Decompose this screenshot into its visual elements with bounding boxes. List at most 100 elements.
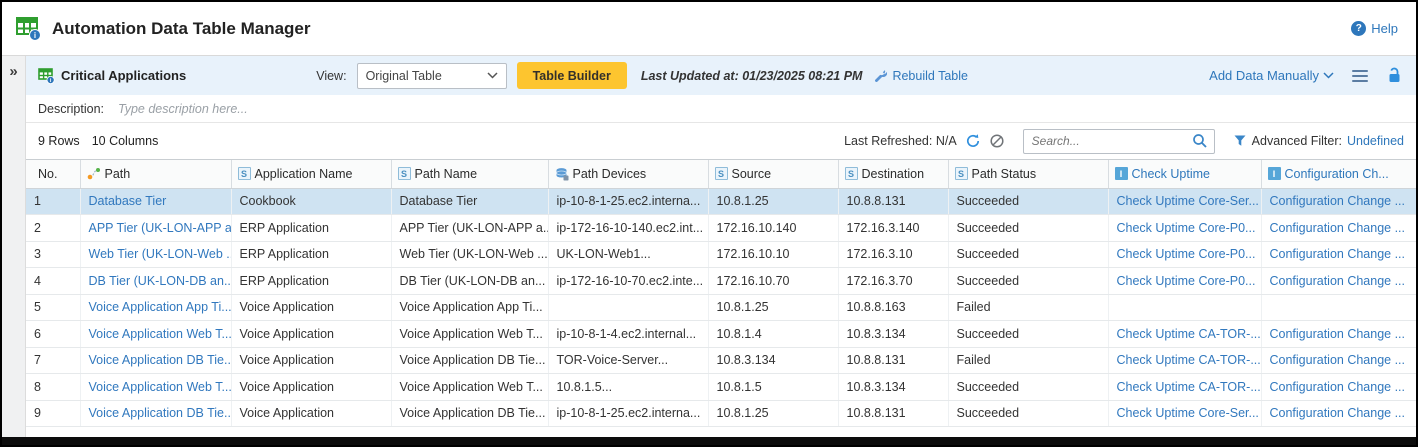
cell-path-name: Voice Application DB Tie... — [391, 347, 548, 374]
cell-path-devices: ip-10-8-1-25.ec2.interna... — [548, 188, 708, 215]
check-uptime-link[interactable]: Check Uptime Core-Ser... — [1117, 406, 1259, 420]
cell-check-uptime: Check Uptime Core-P0... — [1108, 215, 1261, 242]
path-link[interactable]: Voice Application Web T... — [89, 380, 232, 394]
table-title: i Critical Applications — [38, 68, 186, 84]
check-uptime-link[interactable]: Check Uptime CA-TOR-... — [1117, 380, 1261, 394]
configuration-change-link[interactable]: Configuration Change ... — [1270, 353, 1406, 367]
expand-panel-icon[interactable]: » — [9, 64, 17, 439]
check-uptime-link[interactable]: Check Uptime Core-P0... — [1117, 221, 1256, 235]
check-uptime-link[interactable]: Check Uptime CA-TOR-... — [1117, 353, 1261, 367]
cell-check-uptime: Check Uptime Core-P0... — [1108, 241, 1261, 268]
col-header-source[interactable]: SSource — [708, 160, 838, 188]
cell-path: Voice Application DB Tie... — [80, 347, 231, 374]
path-link[interactable]: Voice Application DB Tie... — [89, 406, 232, 420]
wrench-icon — [872, 68, 887, 83]
table-row[interactable]: 6 Voice Application Web T... Voice Appli… — [26, 321, 1418, 348]
configuration-change-link[interactable]: Configuration Change ... — [1270, 406, 1406, 420]
cell-destination: 172.16.3.140 — [838, 215, 948, 242]
table-row[interactable]: 9 Voice Application DB Tie... Voice Appl… — [26, 400, 1418, 427]
column-count: 10 Columns — [92, 134, 159, 148]
path-link[interactable]: DB Tier (UK-LON-DB an... — [89, 274, 232, 288]
table-row[interactable]: 4 DB Tier (UK-LON-DB an... ERP Applicati… — [26, 268, 1418, 295]
chevron-down-icon — [487, 72, 498, 79]
table-row[interactable]: 5 Voice Application App Ti... Voice Appl… — [26, 294, 1418, 321]
cell-path-status: Succeeded — [948, 374, 1108, 401]
sidebar-collapse-strip: » — [2, 56, 26, 439]
configuration-change-link[interactable]: Configuration Change ... — [1270, 221, 1406, 235]
cell-source: 10.8.3.134 — [708, 347, 838, 374]
path-link[interactable]: Voice Application App Ti... — [89, 300, 232, 314]
configuration-change-link[interactable]: Configuration Change ... — [1270, 327, 1406, 341]
col-header-path-status[interactable]: SPath Status — [948, 160, 1108, 188]
cell-check-uptime — [1108, 294, 1261, 321]
row-count: 9 Rows — [38, 134, 80, 148]
view-select-value: Original Table — [366, 69, 442, 83]
cell-configuration-change: Configuration Change ... — [1261, 374, 1418, 401]
cell-path: Web Tier (UK-LON-Web ... — [80, 241, 231, 268]
add-data-manually-menu[interactable]: Add Data Manually — [1209, 68, 1334, 83]
col-header-path-name[interactable]: SPath Name — [391, 160, 548, 188]
cell-destination: 10.8.8.131 — [838, 347, 948, 374]
string-type-icon: S — [845, 167, 858, 180]
col-header-path[interactable]: Path — [80, 160, 231, 188]
auto-refresh-off-icon[interactable] — [989, 133, 1005, 149]
check-uptime-link[interactable]: Check Uptime Core-P0... — [1117, 247, 1256, 261]
view-select[interactable]: Original Table — [357, 63, 507, 89]
path-link[interactable]: Database Tier — [89, 194, 167, 208]
path-link[interactable]: APP Tier (UK-LON-APP a... — [89, 221, 232, 235]
table-row[interactable]: 3 Web Tier (UK-LON-Web ... ERP Applicati… — [26, 241, 1418, 268]
app-table-icon: i — [16, 17, 42, 41]
path-link[interactable]: Web Tier (UK-LON-Web ... — [89, 247, 232, 261]
string-type-icon: S — [955, 167, 968, 180]
unlock-icon[interactable] — [1386, 67, 1402, 84]
col-header-no[interactable]: No. — [26, 160, 80, 188]
configuration-change-link[interactable]: Configuration Change ... — [1270, 274, 1406, 288]
configuration-change-link[interactable]: Configuration Change ... — [1270, 194, 1406, 208]
filter-funnel-icon[interactable] — [1233, 134, 1247, 148]
cell-path-devices: TOR-Voice-Server... — [548, 347, 708, 374]
cell-check-uptime: Check Uptime CA-TOR-... — [1108, 347, 1261, 374]
col-header-application-name[interactable]: SApplication Name — [231, 160, 391, 188]
rebuild-table-link[interactable]: Rebuild Table — [872, 68, 968, 83]
table-builder-button[interactable]: Table Builder — [517, 62, 627, 89]
advanced-filter-value[interactable]: Undefined — [1347, 134, 1404, 148]
search-icon[interactable] — [1192, 133, 1208, 149]
cell-path-devices: ip-172-16-10-140.ec2.int... — [548, 215, 708, 242]
configuration-change-link[interactable]: Configuration Change ... — [1270, 247, 1406, 261]
col-header-path-devices[interactable]: Path Devices — [548, 160, 708, 188]
table-row[interactable]: 2 APP Tier (UK-LON-APP a... ERP Applicat… — [26, 215, 1418, 242]
cell-path: Voice Application App Ti... — [80, 294, 231, 321]
cell-path: APP Tier (UK-LON-APP a... — [80, 215, 231, 242]
table-row[interactable]: 1 Database Tier Cookbook Database Tier i… — [26, 188, 1418, 215]
cell-application-name: Cookbook — [231, 188, 391, 215]
cell-no: 4 — [26, 268, 80, 295]
search-input[interactable] — [1032, 134, 1192, 148]
automation-data-table-manager-window: i Automation Data Table Manager ? Help » — [0, 0, 1418, 447]
table-row[interactable]: 8 Voice Application Web T... Voice Appli… — [26, 374, 1418, 401]
help-label: Help — [1371, 21, 1398, 36]
menu-icon[interactable] — [1352, 70, 1368, 82]
cell-configuration-change: Configuration Change ... — [1261, 268, 1418, 295]
path-icon — [87, 167, 101, 180]
cell-path-status: Succeeded — [948, 241, 1108, 268]
cell-configuration-change: Configuration Change ... — [1261, 188, 1418, 215]
check-uptime-link[interactable]: Check Uptime CA-TOR-... — [1117, 327, 1261, 341]
refresh-icon[interactable] — [965, 133, 981, 149]
description-input[interactable]: Type description here... — [118, 102, 248, 116]
col-header-destination[interactable]: SDestination — [838, 160, 948, 188]
check-uptime-link[interactable]: Check Uptime Core-P0... — [1117, 274, 1256, 288]
path-link[interactable]: Voice Application DB Tie... — [89, 353, 232, 367]
cell-source: 172.16.10.70 — [708, 268, 838, 295]
path-link[interactable]: Voice Application Web T... — [89, 327, 232, 341]
view-label: View: — [316, 69, 346, 83]
table-row[interactable]: 7 Voice Application DB Tie... Voice Appl… — [26, 347, 1418, 374]
col-header-configuration-change[interactable]: IConfiguration Ch... — [1261, 160, 1418, 188]
search-box — [1023, 129, 1215, 154]
page-title: Automation Data Table Manager — [52, 19, 311, 39]
string-type-icon: S — [715, 167, 728, 180]
configuration-change-link[interactable]: Configuration Change ... — [1270, 380, 1406, 394]
check-uptime-link[interactable]: Check Uptime Core-Ser... — [1117, 194, 1259, 208]
help-link[interactable]: ? Help — [1351, 21, 1398, 36]
advanced-filter-label: Advanced Filter: — [1252, 134, 1342, 148]
col-header-check-uptime[interactable]: ICheck Uptime — [1108, 160, 1261, 188]
